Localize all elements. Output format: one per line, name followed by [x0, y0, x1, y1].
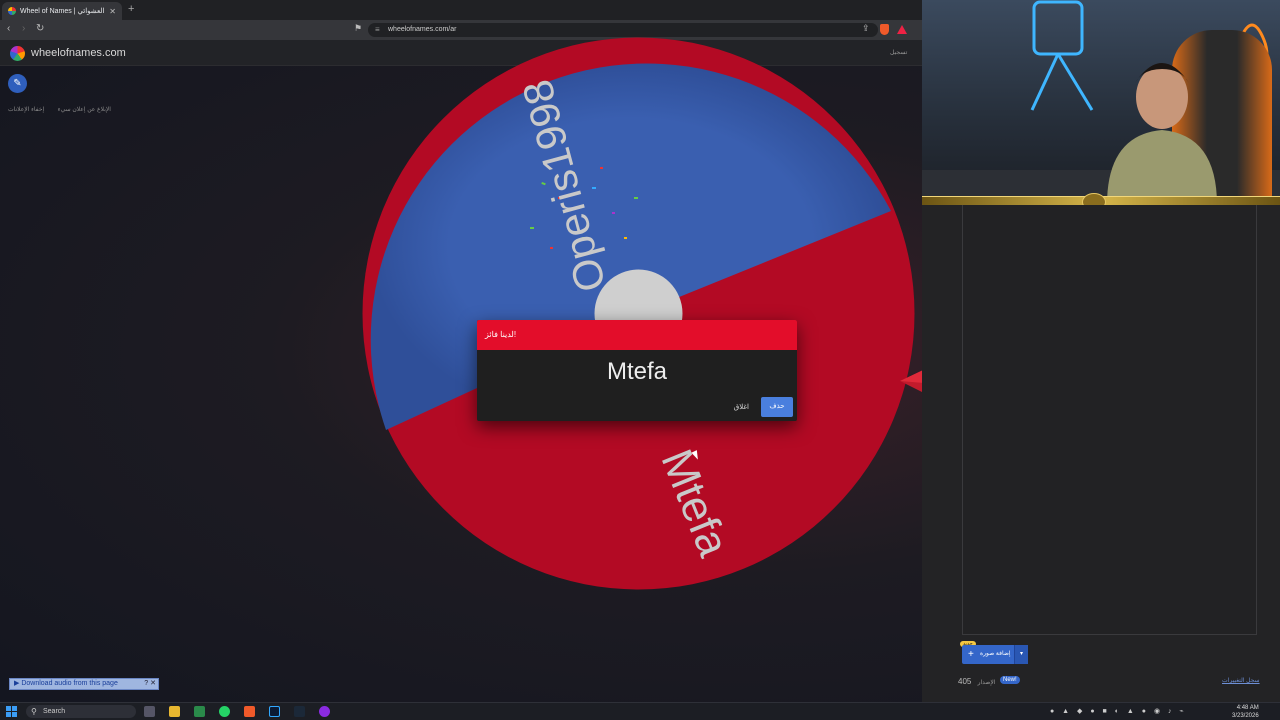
- bookmark-icon[interactable]: ⚑: [354, 23, 362, 34]
- webcam-overlay: [922, 0, 1280, 205]
- streamer: [1107, 63, 1217, 205]
- edit-pencil-icon[interactable]: ✎: [8, 74, 27, 93]
- hide-ads-link[interactable]: إخفاء الإعلانات: [8, 107, 44, 113]
- winner-name: Mtefa: [606, 358, 668, 385]
- add-image-label: إضافة صورة: [980, 651, 1011, 657]
- tab-close-icon[interactable]: ✕: [109, 7, 116, 16]
- site-info-icon[interactable]: ≡: [375, 23, 380, 37]
- system-tray-icons[interactable]: ● ▲ ◆ ● ■ ◐ ▲ ● ◉ ♪ ⌁: [1050, 707, 1187, 715]
- wheel-logo-icon[interactable]: [10, 46, 25, 61]
- browser-tab[interactable]: Wheel of Names | العشوائي ✕: [2, 2, 122, 20]
- forward-icon[interactable]: ›: [22, 23, 25, 34]
- download-bar-controls[interactable]: ? ✕: [144, 679, 156, 689]
- wheel-svg: Operis1998 Mtefa: [362, 37, 915, 590]
- obs-icon[interactable]: [319, 706, 330, 717]
- task-view-icon[interactable]: [144, 706, 155, 717]
- search-icon: ⚲: [31, 707, 37, 716]
- file-explorer-icon[interactable]: [169, 706, 180, 717]
- windows-start-icon[interactable]: [6, 706, 17, 717]
- back-icon[interactable]: ‹: [7, 23, 10, 34]
- report-ad-link[interactable]: الإبلاغ عن إعلان سيء: [58, 107, 111, 113]
- tab-title: Wheel of Names | العشوائي: [20, 8, 105, 15]
- clock-time: 4:48 AM: [1236, 705, 1259, 711]
- version-number: 405: [958, 677, 972, 686]
- store-icon[interactable]: [194, 706, 205, 717]
- dialog-actions: اغلاق حذف: [726, 397, 793, 417]
- address-bar[interactable]: ≡ wheelofnames.com/ar: [368, 23, 878, 37]
- wheel-favicon-icon: [8, 7, 16, 15]
- changelog-link[interactable]: سجل التغييرات: [1222, 677, 1260, 684]
- plus-icon: +: [968, 649, 974, 660]
- new-tab-icon[interactable]: +: [128, 3, 134, 15]
- steam-icon[interactable]: [294, 706, 305, 717]
- url-text: wheelofnames.com/ar: [388, 26, 457, 33]
- taskbar-clock[interactable]: 4:48 AM 3/23/2026: [1232, 704, 1259, 720]
- clock-date: 3/23/2026: [1232, 713, 1259, 719]
- close-button[interactable]: اغلاق: [726, 399, 757, 415]
- version-info: 405 الإصدار: [958, 677, 996, 686]
- webcam-badge-icon: [1082, 193, 1106, 205]
- wheel[interactable]: Operis1998 Mtefa: [362, 37, 915, 590]
- remove-button[interactable]: حذف: [761, 397, 793, 417]
- winner-dialog: لدينا فائز! Mtefa اغلاق حذف: [477, 320, 797, 421]
- entries-panel[interactable]: [962, 205, 1257, 635]
- screen: Wheel of Names | العشوائي ✕ + ‹ › ↻ ⚑ ≡ …: [0, 0, 1280, 720]
- browser-tabstrip: Wheel of Names | العشوائي ✕ +: [0, 0, 922, 20]
- whatsapp-icon[interactable]: [219, 706, 230, 717]
- version-new-badge: New!: [1000, 676, 1020, 684]
- photoshop-icon[interactable]: [269, 706, 280, 717]
- taskbar-search[interactable]: ⚲ Search: [26, 705, 136, 718]
- dialog-title: لدينا فائز!: [477, 320, 797, 350]
- taskbar: ⚲ Search ● ▲ ◆ ● ■ ◐ ▲ ● ◉ ♪ ⌁ 4:48 AM 3…: [0, 702, 1280, 720]
- ad-links: الإبلاغ عن إعلان سيء إخفاء الإعلانات: [8, 106, 123, 113]
- add-dropdown-chevron-icon[interactable]: ▾: [1014, 645, 1028, 664]
- brave-shield-icon[interactable]: [880, 24, 889, 35]
- site-name[interactable]: wheelofnames.com: [31, 47, 126, 59]
- share-icon[interactable]: ⇪: [862, 23, 870, 34]
- brave-rewards-icon[interactable]: [897, 25, 907, 34]
- reload-icon[interactable]: ↻: [36, 23, 44, 34]
- download-audio-bar[interactable]: ▶ Download audio from this page ? ✕: [9, 678, 159, 690]
- brave-taskbar-icon[interactable]: [244, 706, 255, 717]
- taskbar-search-label: Search: [43, 708, 66, 715]
- download-audio-label: Download audio from this page: [21, 680, 118, 687]
- version-label: الإصدار: [977, 680, 996, 686]
- side-panel: جديد + إضافة صورة ▾ 405 الإصدار New! سجل…: [922, 0, 1280, 702]
